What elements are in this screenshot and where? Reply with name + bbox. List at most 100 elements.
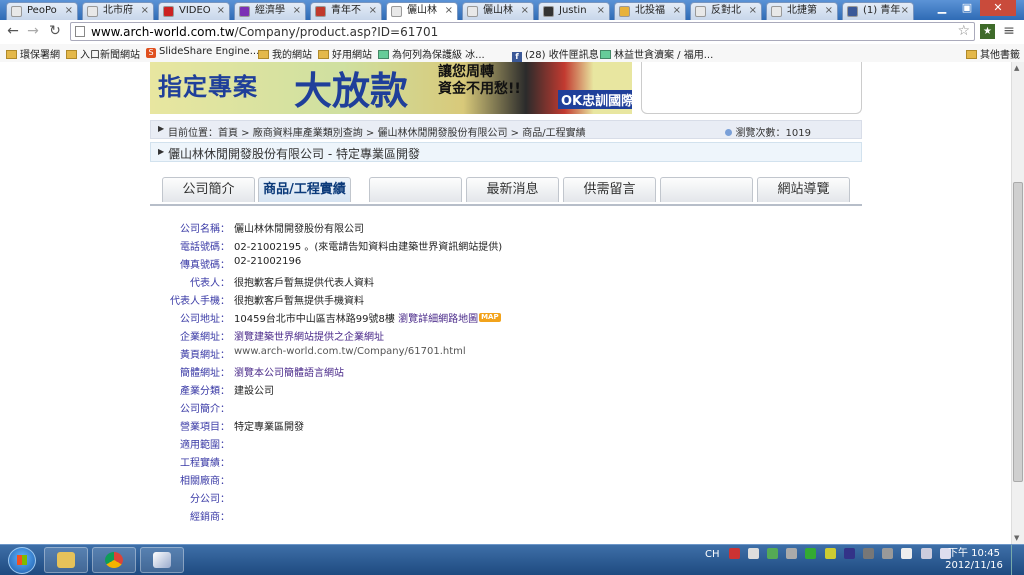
close-tab-icon[interactable]: × xyxy=(521,3,529,19)
bookmark-item[interactable]: 環保署網 xyxy=(6,46,60,61)
close-tab-icon[interactable]: × xyxy=(825,3,833,19)
favicon-icon xyxy=(771,6,782,17)
maximize-button[interactable]: ▣ xyxy=(955,0,979,16)
extension-icon[interactable]: ★ xyxy=(980,24,995,39)
back-icon[interactable]: ← xyxy=(4,22,22,40)
tab-messages[interactable]: 供需留言 xyxy=(563,177,656,202)
minimize-button[interactable]: ▁ xyxy=(930,0,954,16)
tray-icon[interactable] xyxy=(805,548,817,559)
tab-empty[interactable] xyxy=(660,177,753,202)
tray-icon[interactable] xyxy=(747,548,759,559)
bookmark-item[interactable]: 入口新聞網站 xyxy=(66,46,140,61)
ime-icon[interactable] xyxy=(728,548,740,559)
close-tab-icon[interactable]: × xyxy=(749,3,757,19)
close-tab-icon[interactable]: × xyxy=(293,3,301,19)
ad-banner[interactable]: 指定專案 大放款 讓您周轉 資金不用愁!! OK忠訓國際 xyxy=(150,62,632,114)
info-link[interactable]: 瀏覽詳細網路地圖 xyxy=(398,314,478,325)
info-link[interactable]: www.arch-world.com.tw/Company/61701.html xyxy=(234,346,466,357)
bookmark-star-icon[interactable]: ☆ xyxy=(957,23,970,39)
info-row: 代表人手機： 很抱歉客戶暫無提供手機資料 xyxy=(170,292,870,307)
tab-empty[interactable] xyxy=(369,177,462,202)
start-button[interactable] xyxy=(8,547,36,574)
slideshare-icon: S xyxy=(146,48,156,58)
reload-icon[interactable]: ↻ xyxy=(46,22,64,40)
map-badge[interactable]: MAP xyxy=(479,313,501,322)
scrollbar[interactable]: ▲ ▼ xyxy=(1011,62,1024,544)
info-row: 黃頁網址： www.arch-world.com.tw/Company/61701… xyxy=(170,346,870,361)
bookmark-label: 為何列為保護級 冰... xyxy=(392,50,485,61)
browser-tab[interactable]: 反對北 × xyxy=(690,2,762,20)
close-tab-icon[interactable]: × xyxy=(901,3,909,19)
address-bar[interactable]: www.arch-world.com.tw/Company/product.as… xyxy=(70,22,975,41)
close-window-button[interactable]: ✕ xyxy=(980,0,1016,16)
browser-tab[interactable]: 北投福 × xyxy=(614,2,686,20)
info-label: 代表人： xyxy=(190,278,230,289)
breadcrumb-text[interactable]: 目前位置：首頁 > 廠商資料庫產業類別查詢 > 儷山林休閒開發股份有限公司 > … xyxy=(168,124,586,139)
bookmark-item[interactable]: 林益世貪瀆案 / 福用... xyxy=(600,46,713,61)
info-label: 傳真號碼： xyxy=(180,260,230,271)
scroll-down-icon[interactable]: ▼ xyxy=(1014,534,1019,542)
info-link[interactable]: 瀏覽本公司簡體語言網站 xyxy=(234,368,344,379)
info-label: 電話號碼： xyxy=(180,242,230,253)
forward-icon[interactable]: → xyxy=(24,22,42,40)
bookmark-item[interactable]: 好用網站 xyxy=(318,46,372,61)
browser-tab[interactable]: 經濟學 × xyxy=(234,2,306,20)
folder-icon xyxy=(258,50,269,59)
show-desktop-button[interactable] xyxy=(1011,545,1024,575)
close-tab-icon[interactable]: × xyxy=(445,3,453,19)
taskbar-chrome[interactable] xyxy=(92,547,136,573)
scroll-up-icon[interactable]: ▲ xyxy=(1014,64,1019,72)
info-value: www.arch-world.com.tw/Company/61701.html xyxy=(234,346,466,357)
scrollbar-thumb[interactable] xyxy=(1013,182,1023,482)
browser-tab[interactable]: 儷山林 × xyxy=(462,2,534,20)
tray-icon[interactable] xyxy=(843,548,855,559)
favicon-icon xyxy=(239,6,250,17)
flag-icon[interactable] xyxy=(901,548,913,559)
favicon-icon xyxy=(315,6,326,17)
bookmark-item[interactable]: S SlideShare Engine... xyxy=(146,46,259,58)
browser-tab[interactable]: (1) 青年 × xyxy=(842,2,914,20)
close-tab-icon[interactable]: × xyxy=(673,3,681,19)
browser-tab[interactable]: 儷山林 × xyxy=(386,2,458,20)
info-row: 分公司： xyxy=(170,490,870,505)
close-tab-icon[interactable]: × xyxy=(369,3,377,19)
tab-company-intro[interactable]: 公司簡介 xyxy=(162,177,255,202)
info-value: 很抱歉客戶暫無提供手機資料 xyxy=(234,296,364,307)
bookmark-item[interactable]: 我的網站 xyxy=(258,46,312,61)
browser-tab[interactable]: Justin × xyxy=(538,2,610,20)
tray-icon[interactable] xyxy=(767,548,779,559)
info-label: 產業分類： xyxy=(180,386,230,397)
bookmark-item[interactable]: 為何列為保護級 冰... xyxy=(378,46,485,61)
banner-text: 指定專案 xyxy=(158,73,258,101)
browser-tab[interactable]: VIDEO × xyxy=(158,2,230,20)
bookmark-item[interactable]: 其他書籤 xyxy=(966,46,1020,61)
taskbar-paint[interactable] xyxy=(140,547,184,573)
favicon-icon xyxy=(163,6,174,17)
tray-icon[interactable] xyxy=(882,548,894,559)
language-indicator[interactable]: CH xyxy=(705,549,720,560)
favicon-icon xyxy=(847,6,858,17)
tab-news[interactable]: 最新消息 xyxy=(466,177,559,202)
menu-wrench-icon[interactable]: ≡ xyxy=(1000,22,1018,40)
close-tab-icon[interactable]: × xyxy=(217,3,225,19)
tray-icon[interactable] xyxy=(786,548,798,559)
taskbar-explorer[interactable] xyxy=(44,547,88,573)
browser-tab[interactable]: 青年不 × xyxy=(310,2,382,20)
clock[interactable]: 下午 10:45 2012/11/16 xyxy=(944,548,1004,572)
bookmark-item[interactable]: f (28) 收件匣訊息 xyxy=(512,46,599,62)
browser-tab[interactable]: PeoPo × xyxy=(6,2,78,20)
browser-tab[interactable]: 北市府 × xyxy=(82,2,154,20)
info-row: 營業項目： 特定專業區開發 xyxy=(170,418,870,433)
close-tab-icon[interactable]: × xyxy=(65,3,73,19)
browser-tab[interactable]: 北捷第 × xyxy=(766,2,838,20)
link-icon xyxy=(600,50,611,59)
site-tabs: 公司簡介 商品/工程實績 最新消息 供需留言 網站導覽 xyxy=(150,177,862,206)
tray-icon[interactable] xyxy=(863,548,875,559)
tray-icon[interactable] xyxy=(824,548,836,559)
info-link[interactable]: 瀏覽建築世界網站提供之企業網址 xyxy=(234,332,384,343)
tab-products[interactable]: 商品/工程實績 xyxy=(258,177,351,202)
close-tab-icon[interactable]: × xyxy=(597,3,605,19)
tab-site-guide[interactable]: 網站導覽 xyxy=(757,177,850,202)
network-icon[interactable] xyxy=(920,548,932,559)
close-tab-icon[interactable]: × xyxy=(141,3,149,19)
